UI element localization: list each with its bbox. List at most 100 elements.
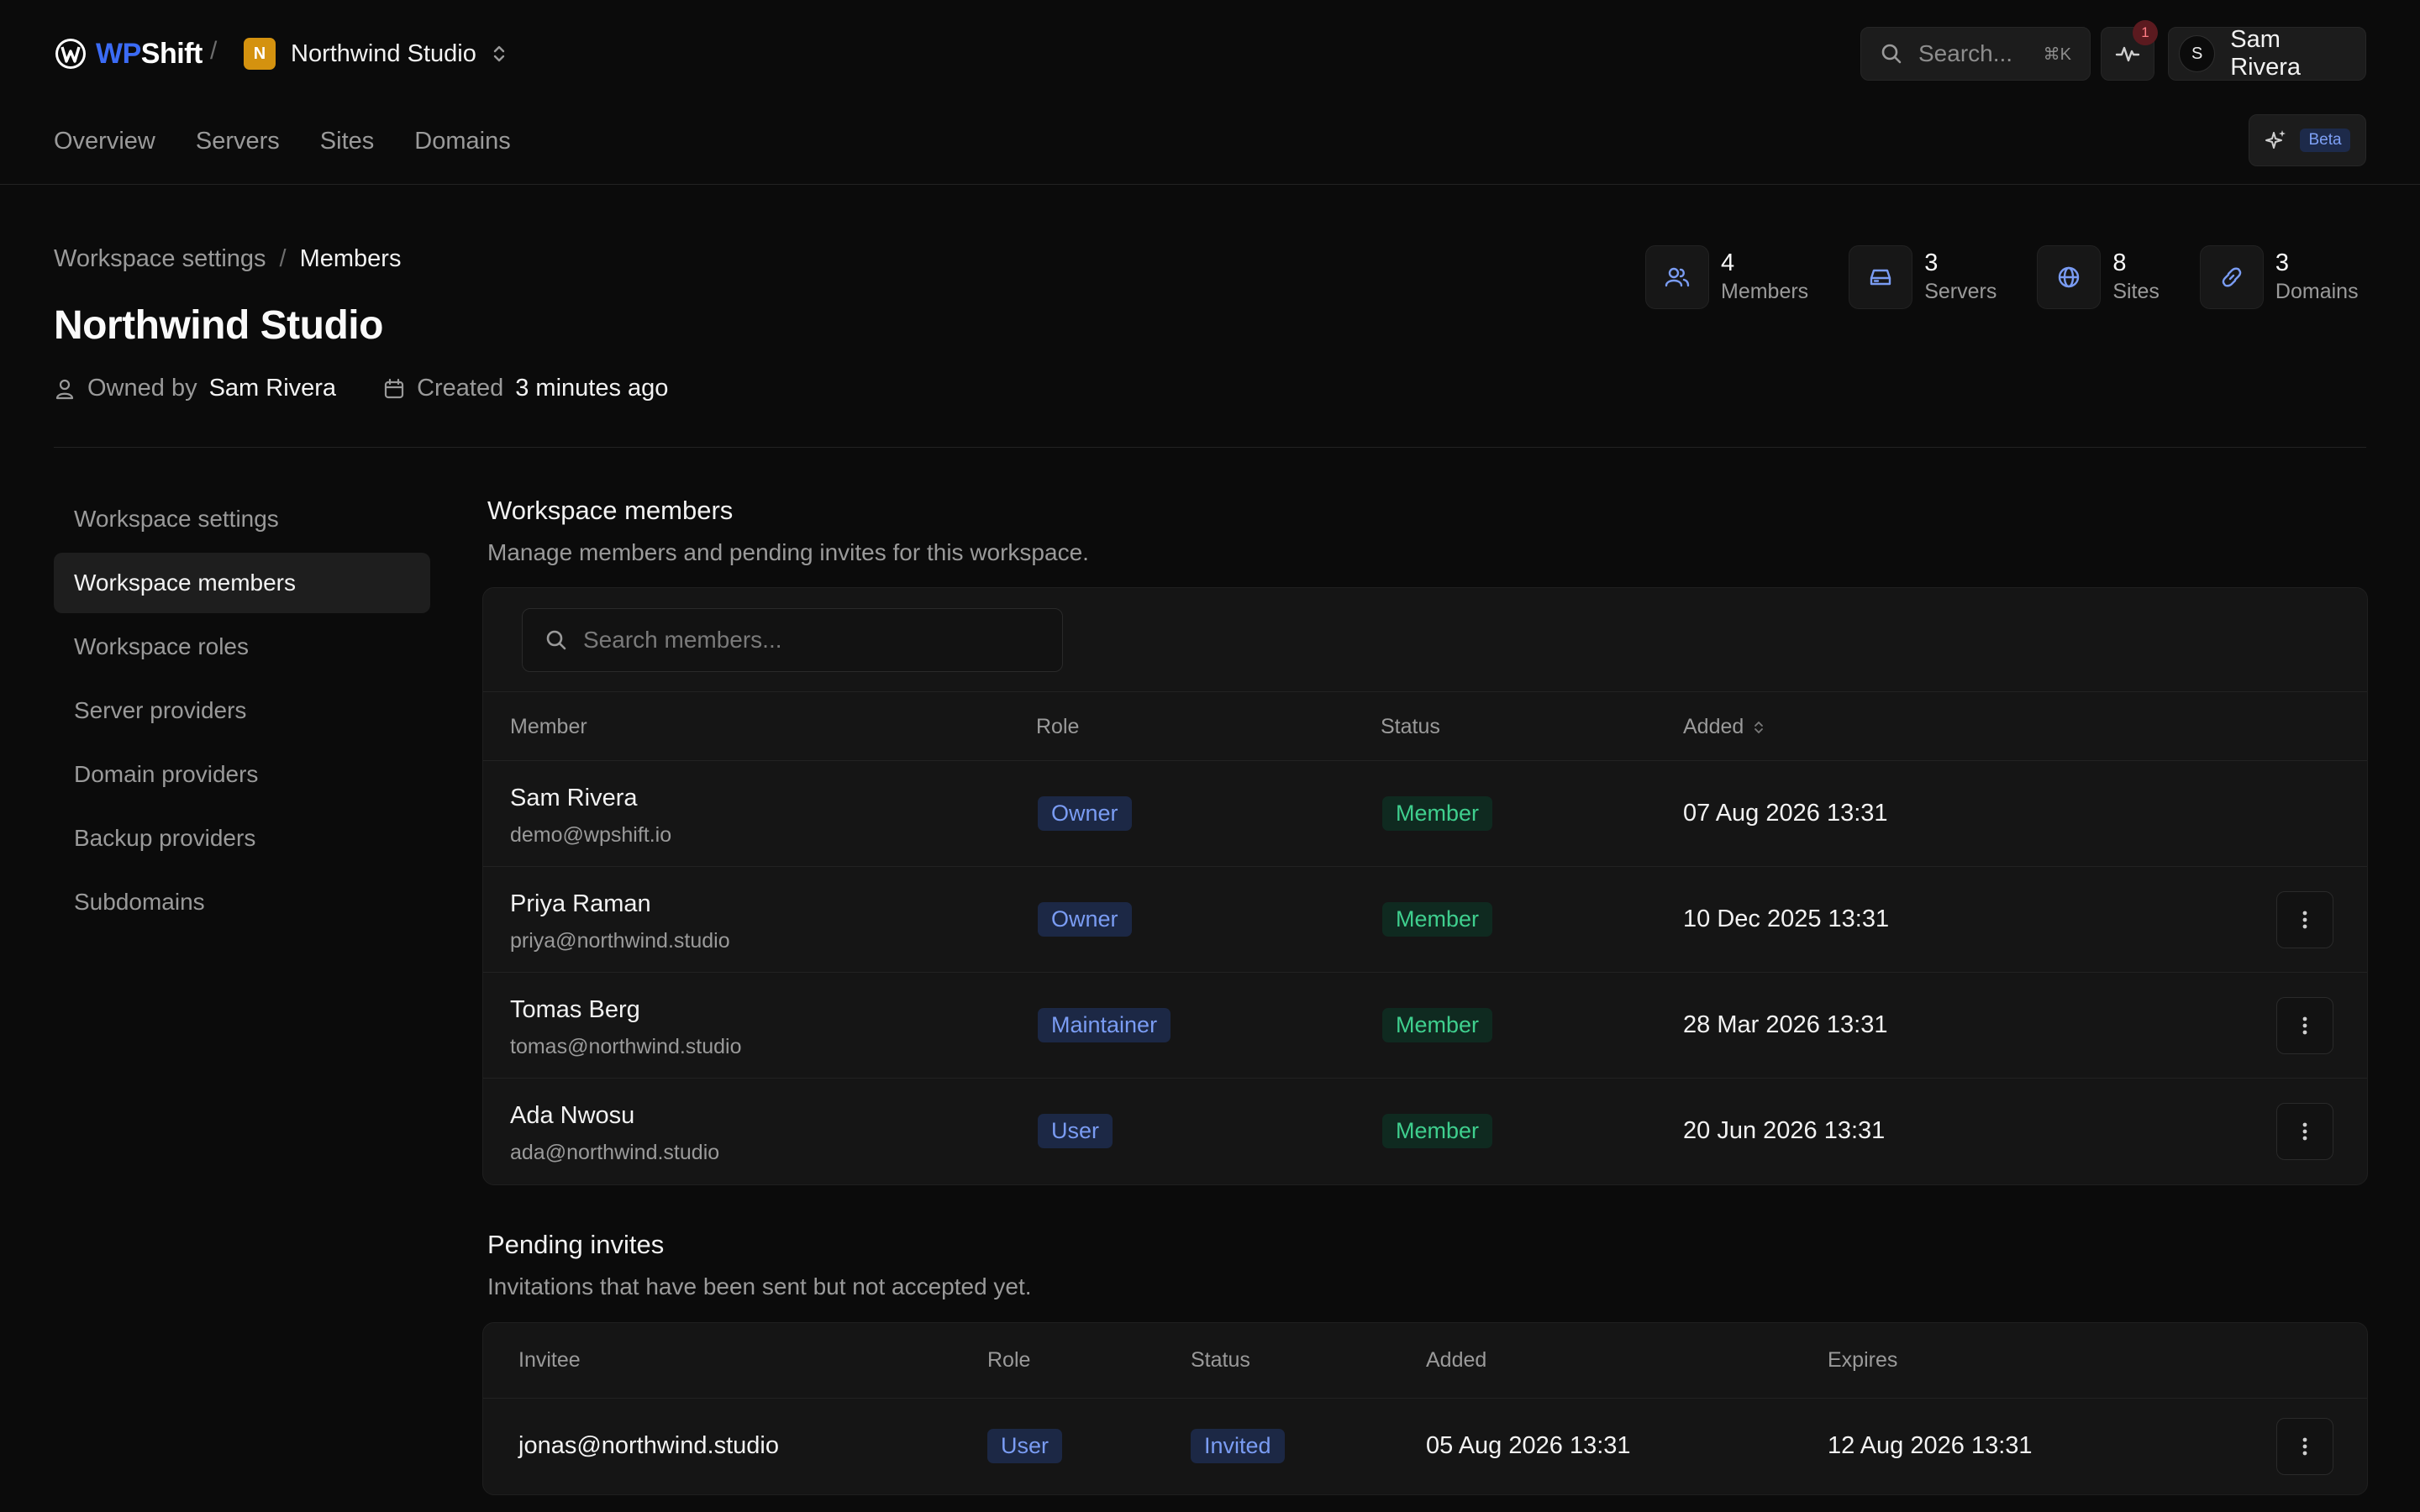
brand-logo[interactable]: WPShift [54, 35, 203, 72]
search-icon [546, 630, 566, 649]
member-name: Sam Rivera [510, 785, 638, 811]
main-nav: Overview Servers Sites Domains [54, 128, 511, 155]
stat-members-label: Members [1721, 280, 1809, 303]
link-icon [2199, 245, 2264, 309]
status-badge: Member [1382, 902, 1493, 937]
search-icon [1881, 44, 1902, 64]
members-table-header: Member Role Status Added [483, 692, 2367, 761]
members-search-input[interactable]: Search members... [522, 607, 1063, 672]
member-email: tomas@northwind.studio [510, 1035, 742, 1058]
role-badge: Maintainer [1038, 1008, 1171, 1042]
wordpress-logo-icon [55, 39, 86, 69]
row-actions-button[interactable] [2276, 1103, 2333, 1160]
avatar: S [2179, 35, 2216, 72]
member-name: Ada Nwosu [510, 1102, 635, 1129]
invites-table: Invitee Role Status Added Expires jonas@… [482, 1322, 2368, 1495]
added-date: 10 Dec 2025 13:31 [1683, 906, 1890, 932]
user-icon [55, 379, 74, 399]
sidebar-item-backup-providers[interactable]: Backup providers [54, 808, 430, 869]
user-menu-button[interactable]: S Sam Rivera [2168, 26, 2366, 81]
status-badge: Invited [1191, 1429, 1285, 1463]
stat-sites[interactable]: 8 Sites [2037, 245, 2160, 309]
stat-members[interactable]: 4 Members [1645, 245, 1808, 309]
workspace-stats: 4 Members 3 Servers 8 Sites 3 Domains [1645, 245, 2359, 309]
stat-servers[interactable]: 3 Servers [1849, 245, 1996, 309]
status-badge: Member [1382, 1008, 1493, 1042]
sidebar-item-workspace-members[interactable]: Workspace members [54, 553, 430, 613]
activity-pulse-icon [2115, 46, 2140, 62]
column-header-status: Status [1381, 715, 1440, 738]
invitee-email: jonas@northwind.studio [518, 1432, 779, 1459]
nav-servers[interactable]: Servers [196, 128, 280, 155]
added-date: 28 Mar 2026 13:31 [1683, 1011, 1888, 1038]
beta-badge: Beta [2300, 129, 2350, 152]
notification-count-badge: 1 [2133, 20, 2158, 45]
added-date: 05 Aug 2026 13:31 [1426, 1432, 1631, 1459]
stat-domains-label: Domains [2275, 280, 2359, 303]
column-header-member: Member [510, 715, 587, 738]
invites-table-header: Invitee Role Status Added Expires [483, 1323, 2367, 1399]
members-search-bar: Search members... [483, 588, 2367, 692]
sidebar-item-server-providers[interactable]: Server providers [54, 680, 430, 741]
chevron-up-down-icon [493, 45, 505, 62]
table-row: Priya Raman priya@northwind.studio Owner… [483, 867, 2367, 973]
stat-domains[interactable]: 3 Domains [2199, 245, 2359, 309]
topbar-divider [0, 184, 2420, 185]
workspace-badge: N [244, 38, 276, 70]
stat-domains-value: 3 [2275, 249, 2290, 276]
calendar-icon [384, 378, 404, 398]
column-header-expires: Expires [1828, 1348, 1898, 1372]
table-row: jonas@northwind.studio User Invited 05 A… [483, 1399, 2367, 1494]
workspace-meta: Owned by Sam Rivera Created 3 minutes ag… [54, 375, 668, 402]
stat-members-value: 4 [1721, 249, 1735, 276]
row-actions-button[interactable] [2276, 1418, 2333, 1475]
users-icon [1645, 245, 1709, 309]
table-row: Sam Rivera demo@wpshift.io Owner Member … [483, 761, 2367, 867]
server-icon [1849, 245, 1913, 309]
stat-servers-value: 3 [1924, 249, 1939, 276]
search-shortcut: ⌘K [2043, 45, 2071, 64]
breadcrumb-separator: / [279, 245, 287, 272]
user-name: Sam Rivera [2230, 26, 2302, 81]
globe-icon [2037, 245, 2102, 309]
added-date: 07 Aug 2026 13:31 [1683, 800, 1888, 827]
created-label: Created [417, 375, 504, 402]
column-header-added[interactable]: Added [1683, 715, 1764, 739]
header-divider [54, 447, 2366, 448]
created-value: 3 minutes ago [515, 375, 669, 402]
sort-icon [1754, 721, 1764, 733]
sidebar-item-workspace-roles[interactable]: Workspace roles [54, 617, 430, 677]
members-section-subtitle: Manage members and pending invites for t… [487, 539, 1089, 565]
ai-assistant-button[interactable]: Beta [2249, 114, 2366, 166]
row-actions-button[interactable] [2276, 997, 2333, 1054]
status-badge: Member [1382, 796, 1493, 831]
member-email: priya@northwind.studio [510, 929, 730, 953]
role-badge: User [1038, 1114, 1113, 1148]
member-name: Tomas Berg [510, 996, 640, 1023]
sidebar-item-subdomains[interactable]: Subdomains [54, 872, 430, 932]
global-search[interactable]: Search... ⌘K [1860, 27, 2091, 81]
settings-sidebar: Workspace settings Workspace members Wor… [54, 489, 430, 936]
brand-wordmark: WPShift [96, 37, 203, 70]
nav-domains[interactable]: Domains [414, 128, 510, 155]
sidebar-item-workspace-settings[interactable]: Workspace settings [54, 489, 430, 549]
invites-section-subtitle: Invitations that have been sent but not … [487, 1273, 1032, 1299]
role-badge: Owner [1038, 902, 1132, 937]
global-search-placeholder: Search... [1918, 40, 2013, 66]
workspace-switcher[interactable]: N Northwind Studio [244, 34, 507, 74]
column-header-added: Added [1426, 1348, 1487, 1372]
more-vertical-icon [2302, 1122, 2307, 1141]
nav-overview[interactable]: Overview [54, 128, 155, 155]
column-header-status: Status [1191, 1348, 1250, 1372]
role-badge: User [987, 1429, 1063, 1463]
sidebar-item-domain-providers[interactable]: Domain providers [54, 744, 430, 805]
expires-date: 12 Aug 2026 13:31 [1828, 1432, 2033, 1459]
breadcrumb-parent[interactable]: Workspace settings [54, 245, 266, 273]
members-table: Search members... Member Role Status Add… [482, 587, 2368, 1185]
owned-by-label: Owned by [87, 375, 197, 402]
member-name: Priya Raman [510, 890, 651, 917]
column-header-role: Role [1036, 715, 1080, 738]
status-badge: Member [1382, 1114, 1493, 1148]
row-actions-button[interactable] [2276, 891, 2333, 948]
nav-sites[interactable]: Sites [320, 128, 374, 155]
